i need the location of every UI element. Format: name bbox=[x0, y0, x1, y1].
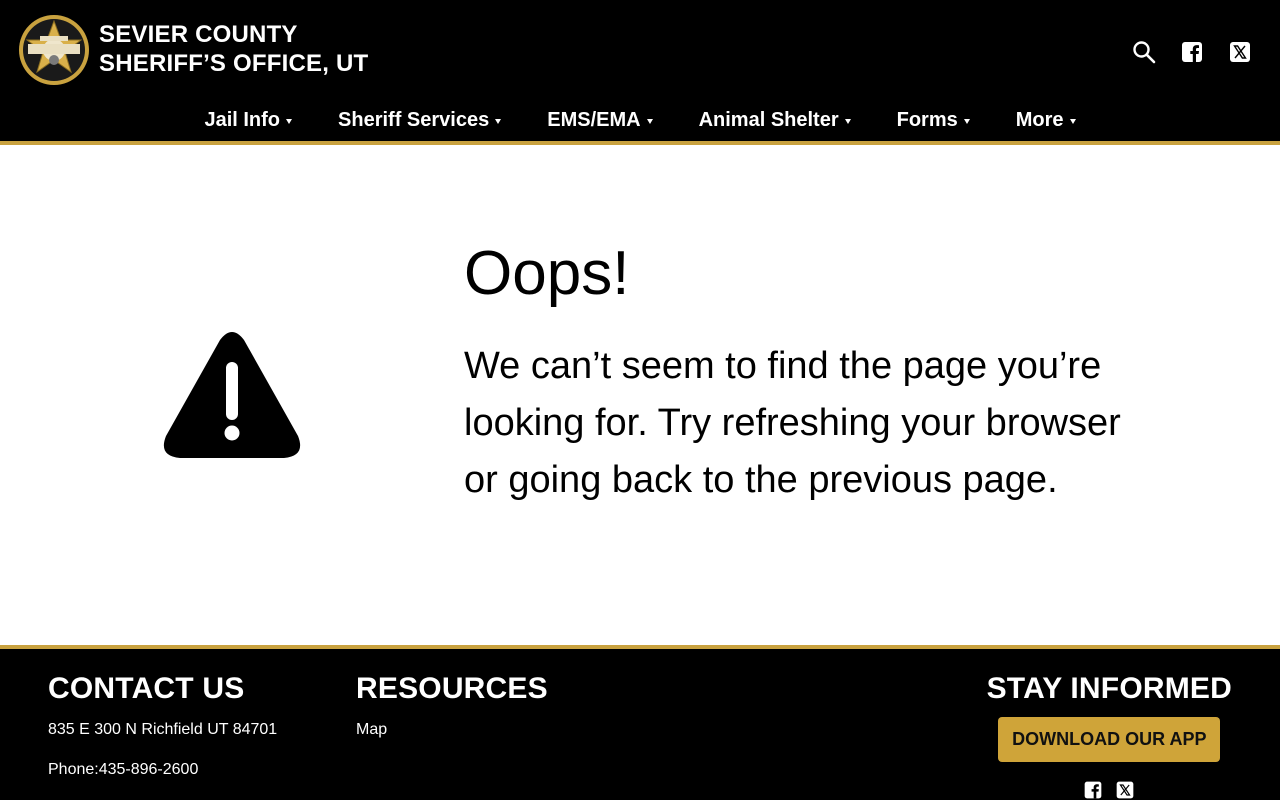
nav-label: More bbox=[1015, 109, 1064, 131]
footer-social-icons bbox=[987, 780, 1232, 800]
caret-down-icon bbox=[286, 118, 293, 124]
contact-phone[interactable]: Phone:435-896-2600 bbox=[48, 760, 277, 780]
resource-link-map[interactable]: Map bbox=[356, 720, 548, 740]
nav-label: Forms bbox=[896, 109, 958, 131]
resources-title: RESOURCES bbox=[356, 672, 548, 705]
facebook-icon[interactable] bbox=[1083, 780, 1103, 800]
x-twitter-icon[interactable] bbox=[1228, 40, 1252, 64]
header-icons bbox=[1132, 40, 1252, 64]
stay-informed-section: STAY INFORMED DOWNLOAD OUR APP bbox=[987, 671, 1232, 800]
error-message: We can’t seem to find the page you’re lo… bbox=[464, 345, 1121, 501]
page-title: Oops! bbox=[464, 239, 630, 308]
caret-down-icon bbox=[1069, 118, 1076, 124]
nav-label: Sheriff Services bbox=[338, 109, 490, 131]
contact-address: 835 E 300 N Richfield UT 84701 bbox=[48, 721, 278, 738]
site-brand[interactable]: SEVIER COUNTY SHERIFF’S OFFICE, UT bbox=[99, 20, 368, 78]
nav-item-jail-info[interactable]: Jail Info bbox=[204, 104, 293, 136]
stay-informed-title: STAY INFORMED bbox=[986, 672, 1232, 705]
main-nav: Jail Info Sheriff Services EMS/EMA Anima… bbox=[0, 104, 1280, 136]
brand-line-2: SHERIFF’S OFFICE, UT bbox=[99, 50, 369, 77]
contact-title: CONTACT US bbox=[48, 672, 245, 705]
nav-item-animal-shelter[interactable]: Animal Shelter bbox=[699, 104, 851, 136]
caret-down-icon bbox=[646, 118, 653, 124]
caret-down-icon bbox=[844, 118, 851, 124]
brand-line-1: SEVIER COUNTY bbox=[99, 21, 298, 48]
sheriff-badge-logo[interactable] bbox=[18, 14, 90, 86]
resources-section: RESOURCES Map bbox=[356, 671, 548, 740]
warning-icon bbox=[163, 332, 301, 458]
nav-label: Jail Info bbox=[204, 109, 281, 131]
nav-item-ems-ema[interactable]: EMS/EMA bbox=[547, 104, 653, 136]
contact-section: CONTACT US 835 E 300 N Richfield UT 8470… bbox=[48, 671, 277, 780]
nav-item-forms[interactable]: Forms bbox=[897, 104, 970, 136]
nav-label: Animal Shelter bbox=[698, 109, 839, 131]
search-icon[interactable] bbox=[1132, 40, 1156, 64]
caret-down-icon bbox=[963, 118, 970, 124]
nav-item-sheriff-services[interactable]: Sheriff Services bbox=[338, 104, 502, 136]
facebook-icon[interactable] bbox=[1180, 40, 1204, 64]
site-footer: CONTACT US 835 E 300 N Richfield UT 8470… bbox=[0, 645, 1280, 800]
caret-down-icon bbox=[495, 118, 502, 124]
site-header: SEVIER COUNTY SHERIFF’S OFFICE, UT Jail … bbox=[0, 0, 1280, 145]
x-twitter-icon[interactable] bbox=[1115, 780, 1135, 800]
nav-item-more[interactable]: More bbox=[1016, 104, 1076, 136]
nav-label: EMS/EMA bbox=[547, 109, 641, 131]
download-app-button[interactable]: DOWNLOAD OUR APP bbox=[998, 717, 1221, 762]
